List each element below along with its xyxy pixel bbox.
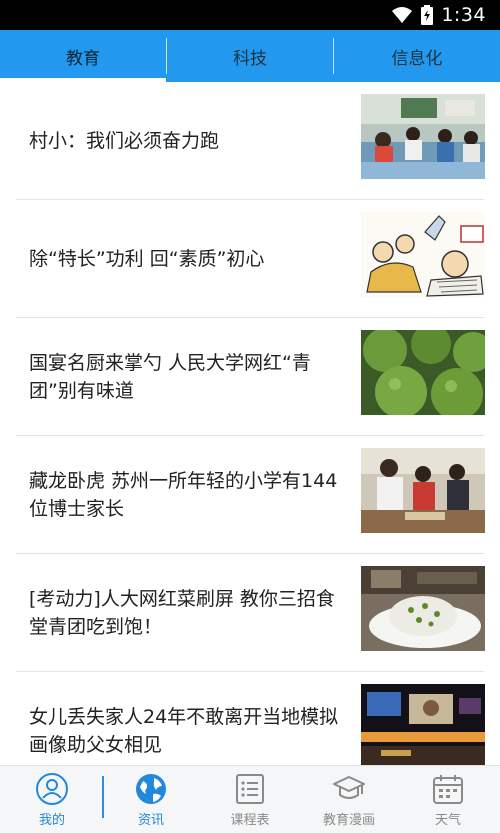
news-item[interactable]: 女儿丢失家人24年不敢离开当地模拟画像助父女相见 xyxy=(0,672,500,765)
user-icon xyxy=(36,773,68,805)
nav-my[interactable]: 我的 xyxy=(2,766,102,833)
nav-label: 教育漫画 xyxy=(322,813,375,828)
nav-schedule[interactable]: 课程表 xyxy=(200,766,300,833)
news-title: [考动力]人大网红菜刷屏 教你三招食堂青团吃到饱！ xyxy=(29,588,335,638)
news-screen-photo xyxy=(361,684,485,765)
status-bar: 1:34 xyxy=(0,0,500,30)
classroom-students-photo xyxy=(361,94,485,179)
tab-technology[interactable]: 科技 xyxy=(167,30,333,82)
graduation-cap-icon xyxy=(333,776,365,799)
bottom-navigation: 我的 资讯 课程表 教育漫画 天气 xyxy=(0,765,500,833)
news-title: 村小：我们必须奋力跑 xyxy=(29,130,220,152)
calendar-icon xyxy=(433,775,463,804)
wifi-icon xyxy=(392,7,413,23)
news-title: 国宴名厨来掌勺 人民大学网红“青团”别有味道 xyxy=(29,352,311,402)
list-icon xyxy=(236,774,264,804)
school-activity-photo xyxy=(361,448,485,533)
category-tab-bar: 教育 科技 信息化 xyxy=(0,30,500,82)
news-item[interactable]: 村小：我们必须奋力跑 xyxy=(0,82,500,200)
status-time: 1:34 xyxy=(441,4,486,26)
globe-icon xyxy=(136,774,166,804)
nav-label: 天气 xyxy=(434,813,461,828)
news-title: 藏龙卧虎 苏州一所年轻的小学有144位博士家长 xyxy=(29,470,338,520)
news-list[interactable]: 村小：我们必须奋力跑 除“特长”功利 回“素质”初心 国宴名厨来掌勺 人民大学网… xyxy=(0,82,500,765)
news-title: 除“特长”功利 回“素质”初心 xyxy=(29,248,265,270)
tab-informatization[interactable]: 信息化 xyxy=(334,30,500,82)
status-icons: 1:34 xyxy=(391,4,486,26)
green-dumplings-photo xyxy=(361,330,485,415)
news-item[interactable]: 藏龙卧虎 苏州一所年轻的小学有144位博士家长 xyxy=(0,436,500,554)
news-item[interactable]: [考动力]人大网红菜刷屏 教你三招食堂青团吃到饱！ xyxy=(0,554,500,672)
news-title: 女儿丢失家人24年不敢离开当地模拟画像助父女相见 xyxy=(29,706,339,756)
nav-label: 课程表 xyxy=(230,813,270,828)
nav-label: 资讯 xyxy=(137,813,164,828)
nav-label: 我的 xyxy=(38,813,65,828)
battery-icon xyxy=(421,5,434,25)
nav-news[interactable]: 资讯 xyxy=(101,766,201,833)
news-item[interactable]: 除“特长”功利 回“素质”初心 xyxy=(0,200,500,318)
canteen-dish-photo xyxy=(361,566,485,651)
cartoon-illustration xyxy=(361,212,485,297)
tab-education[interactable]: 教育 xyxy=(0,30,166,82)
news-item[interactable]: 国宴名厨来掌勺 人民大学网红“青团”别有味道 xyxy=(0,318,500,436)
nav-weather[interactable]: 天气 xyxy=(398,766,498,833)
nav-comics[interactable]: 教育漫画 xyxy=(299,766,399,833)
